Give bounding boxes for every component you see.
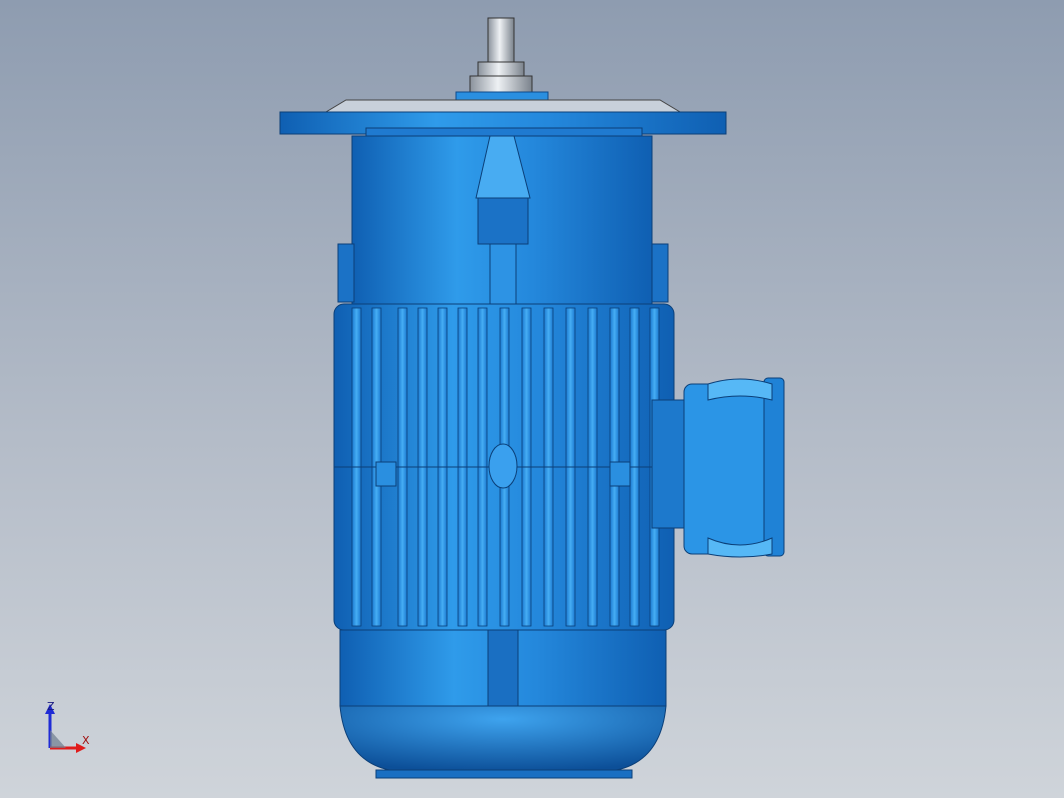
z-axis-label: Z xyxy=(47,700,55,713)
axis-triad: Z X xyxy=(40,700,100,760)
drive-end-housing xyxy=(337,135,669,305)
cad-viewport[interactable]: Z X xyxy=(0,0,1064,798)
mounting-flange xyxy=(279,99,727,139)
stator-housing xyxy=(333,303,675,631)
shaft xyxy=(455,17,549,103)
fan-cover xyxy=(339,629,667,779)
motor-model[interactable] xyxy=(0,0,1064,798)
x-axis-label: X xyxy=(82,734,90,747)
